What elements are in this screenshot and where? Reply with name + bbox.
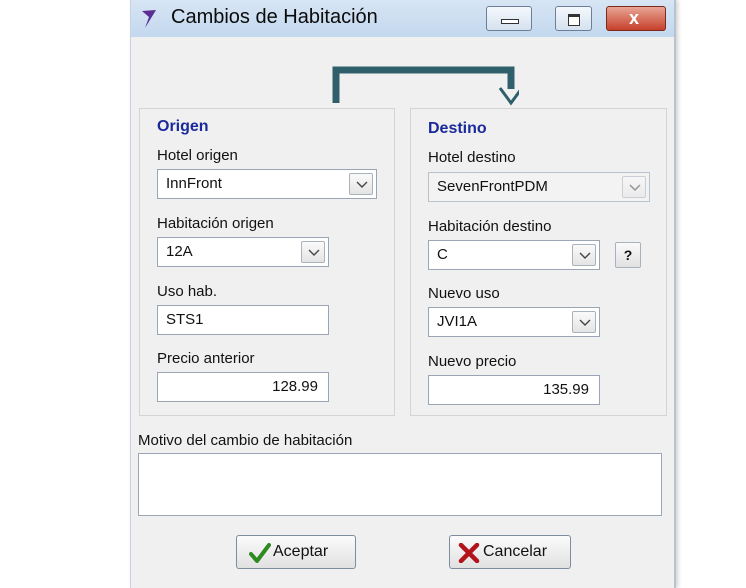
origin-price-field[interactable]: 128.99	[157, 372, 329, 402]
chevron-down-icon	[356, 181, 368, 188]
origin-hotel-select[interactable]: InnFront	[157, 169, 377, 199]
room-change-dialog: Cambios de Habitación x Origen Hotel ori…	[130, 0, 676, 588]
origin-room-label: Habitación origen	[157, 215, 274, 232]
cancel-button[interactable]: Cancelar	[449, 535, 571, 569]
origin-room-value: 12A	[166, 243, 193, 260]
chevron-down-icon	[579, 319, 591, 326]
app-logo-icon	[142, 10, 156, 28]
destination-usage-select[interactable]: JVI1A	[428, 307, 600, 337]
destination-price-value: 135.99	[543, 381, 589, 398]
maximize-icon	[568, 14, 580, 26]
destination-price-field[interactable]: 135.99	[428, 375, 600, 405]
destination-title: Destino	[428, 120, 487, 137]
minimize-icon	[501, 19, 519, 24]
destination-hotel-dropdown-button[interactable]	[622, 176, 646, 198]
destination-usage-value: JVI1A	[437, 313, 478, 330]
destination-hotel-select[interactable]: SevenFrontPDM	[428, 172, 650, 202]
chevron-down-icon	[579, 252, 591, 259]
destination-usage-dropdown-button[interactable]	[572, 311, 596, 333]
origin-title: Origen	[157, 118, 209, 135]
origin-room-select[interactable]: 12A	[157, 237, 329, 267]
window-title: Cambios de Habitación	[171, 6, 378, 28]
origin-room-dropdown-button[interactable]	[301, 241, 325, 263]
destination-room-dropdown-button[interactable]	[572, 244, 596, 266]
origin-usage-value: STS1	[166, 311, 204, 328]
close-icon: x	[629, 8, 640, 28]
destination-hotel-label: Hotel destino	[428, 149, 516, 166]
destination-price-label: Nuevo precio	[428, 353, 517, 370]
origin-hotel-value: InnFront	[166, 175, 222, 192]
destination-group: Destino Hotel destino SevenFrontPDM Habi…	[410, 108, 667, 416]
destination-room-select[interactable]: C	[428, 240, 600, 270]
room-help-button[interactable]: ?	[615, 242, 641, 268]
accept-button-label: Aceptar	[273, 543, 329, 560]
destination-room-value: C	[437, 246, 448, 263]
close-x-icon	[458, 543, 480, 563]
origin-hotel-dropdown-button[interactable]	[349, 173, 373, 195]
origin-hotel-label: Hotel origen	[157, 147, 238, 164]
reason-textarea[interactable]	[138, 453, 662, 516]
minimize-button[interactable]	[486, 6, 532, 31]
cancel-button-label: Cancelar	[483, 543, 548, 560]
destination-hotel-value: SevenFrontPDM	[437, 178, 548, 195]
destination-room-label: Habitación destino	[428, 218, 552, 235]
reason-label: Motivo del cambio de habitación	[138, 432, 353, 449]
direction-arrow-icon	[332, 66, 519, 106]
origin-group: Origen Hotel origen InnFront Habitación …	[139, 108, 395, 416]
checkmark-icon	[249, 543, 271, 563]
origin-price-label: Precio anterior	[157, 350, 255, 367]
origin-usage-label: Uso hab.	[157, 283, 218, 300]
maximize-button[interactable]	[555, 6, 592, 31]
close-button[interactable]: x	[606, 6, 666, 31]
title-bar[interactable]: Cambios de Habitación x	[131, 0, 674, 37]
origin-usage-field[interactable]: STS1	[157, 305, 329, 335]
origin-price-value: 128.99	[272, 378, 318, 395]
destination-usage-label: Nuevo uso	[428, 285, 500, 302]
chevron-down-icon	[629, 184, 641, 191]
accept-button[interactable]: Aceptar	[236, 535, 356, 569]
chevron-down-icon	[308, 249, 320, 256]
